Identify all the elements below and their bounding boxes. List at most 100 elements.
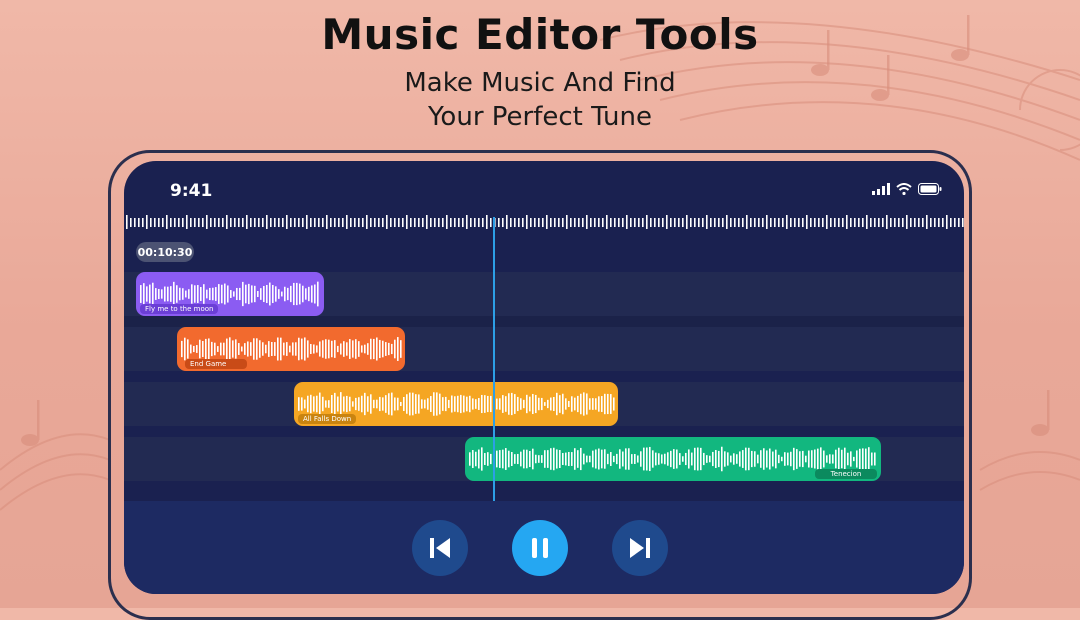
waveform-bar: [571, 452, 573, 466]
ruler-tick: [830, 218, 832, 227]
waveform-bar: [538, 397, 540, 411]
waveform-bar: [262, 342, 264, 356]
waveform-bar: [340, 343, 342, 355]
waveform-bar: [220, 342, 222, 356]
waveform-bar: [179, 287, 181, 301]
waveform-bar: [769, 448, 771, 470]
ruler-tick: [330, 218, 332, 227]
waveform-bar: [218, 284, 220, 304]
waveform-bar: [301, 338, 303, 360]
ruler-tick: [418, 218, 420, 227]
ruler-tick: [814, 218, 816, 227]
ruler-tick: [434, 218, 436, 227]
waveform-bar: [628, 448, 630, 470]
waveform-bar: [463, 395, 465, 413]
pause-button[interactable]: [512, 520, 568, 576]
ruler-tick: [278, 218, 280, 227]
waveform-bar: [505, 396, 507, 412]
waveform-bar: [322, 396, 324, 412]
waveform-bar: [229, 337, 231, 361]
waveform-bar: [613, 455, 615, 463]
audio-clip[interactable]: Fly me to the moon: [136, 272, 324, 316]
waveform-bar: [568, 400, 570, 408]
waveform-bar: [385, 342, 387, 356]
waveform-bar: [868, 447, 870, 471]
ruler-tick: [602, 218, 604, 227]
waveform-bar: [535, 394, 537, 414]
ruler-tick: [938, 218, 940, 227]
waveform-bar: [223, 342, 225, 356]
ruler-tick: [282, 218, 284, 227]
waveform-bar: [158, 288, 160, 300]
previous-button[interactable]: [412, 520, 468, 576]
ruler-tick: [578, 218, 580, 227]
waveform-bar: [622, 451, 624, 467]
pause-icon: [532, 538, 548, 558]
waveform-bar: [496, 450, 498, 468]
ruler-tick: [850, 218, 852, 227]
ruler-tick: [142, 218, 144, 227]
ruler-tick: [162, 218, 164, 227]
waveform-bar: [781, 456, 783, 462]
waveform-bar: [484, 395, 486, 413]
ruler-tick: [302, 218, 304, 227]
waveform-bar: [532, 448, 534, 470]
audio-clip[interactable]: All Falls Down: [294, 382, 618, 426]
playhead[interactable]: [493, 217, 495, 501]
waveform-bar: [373, 338, 375, 360]
waveform-bar: [430, 396, 432, 412]
waveform-bar: [604, 393, 606, 415]
waveform-bar: [445, 396, 447, 412]
waveform-bar: [556, 392, 558, 416]
waveform-bar: [208, 338, 210, 360]
ruler-tick: [610, 218, 612, 227]
ruler-tick: [358, 218, 360, 227]
waveform-bar: [568, 451, 570, 467]
ruler-tick: [314, 218, 316, 227]
ruler-tick: [258, 218, 260, 227]
waveform-bar: [532, 393, 534, 415]
ruler-tick: [634, 218, 636, 227]
status-icons: [872, 183, 942, 195]
next-button[interactable]: [612, 520, 668, 576]
waveform-bar: [226, 338, 228, 360]
audio-clip[interactable]: End Game: [177, 327, 405, 371]
waveform-bar: [706, 455, 708, 463]
timeline-ruler[interactable]: [124, 213, 964, 233]
waveform-bar: [334, 392, 336, 416]
ruler-tick: [710, 218, 712, 227]
waveform-bar: [319, 392, 321, 416]
waveform-bar: [355, 397, 357, 411]
waveform-bar: [472, 450, 474, 468]
waveform-bar: [170, 286, 172, 302]
ruler-tick: [658, 218, 660, 227]
waveform-bar: [268, 341, 270, 357]
waveform-bar: [358, 397, 360, 411]
waveform-bar: [748, 447, 750, 471]
audio-clip[interactable]: Tenecion: [465, 437, 881, 481]
waveform-bar: [328, 339, 330, 359]
waveform-bar: [508, 450, 510, 468]
ruler-tick: [886, 215, 888, 229]
ruler-tick: [226, 215, 228, 229]
waveform-bar: [634, 453, 636, 465]
waveform-bar: [553, 397, 555, 411]
waveform-bar: [241, 346, 243, 352]
ruler-tick: [390, 218, 392, 227]
ruler-tick: [770, 218, 772, 227]
waveform-bar: [490, 453, 492, 465]
waveform-bar: [508, 393, 510, 415]
waveform-bar: [197, 285, 199, 303]
waveform-bar: [784, 452, 786, 466]
ruler-tick: [502, 218, 504, 227]
waveform-bar: [805, 455, 807, 463]
waveform-bar: [826, 455, 828, 463]
waveform-bar: [574, 448, 576, 470]
ruler-tick: [794, 218, 796, 227]
waveform-bar: [239, 287, 241, 301]
ruler-tick: [666, 215, 668, 229]
ruler-tick: [690, 218, 692, 227]
ruler-tick: [774, 218, 776, 227]
waveform-bar: [817, 448, 819, 470]
waveform-bar: [308, 286, 310, 302]
